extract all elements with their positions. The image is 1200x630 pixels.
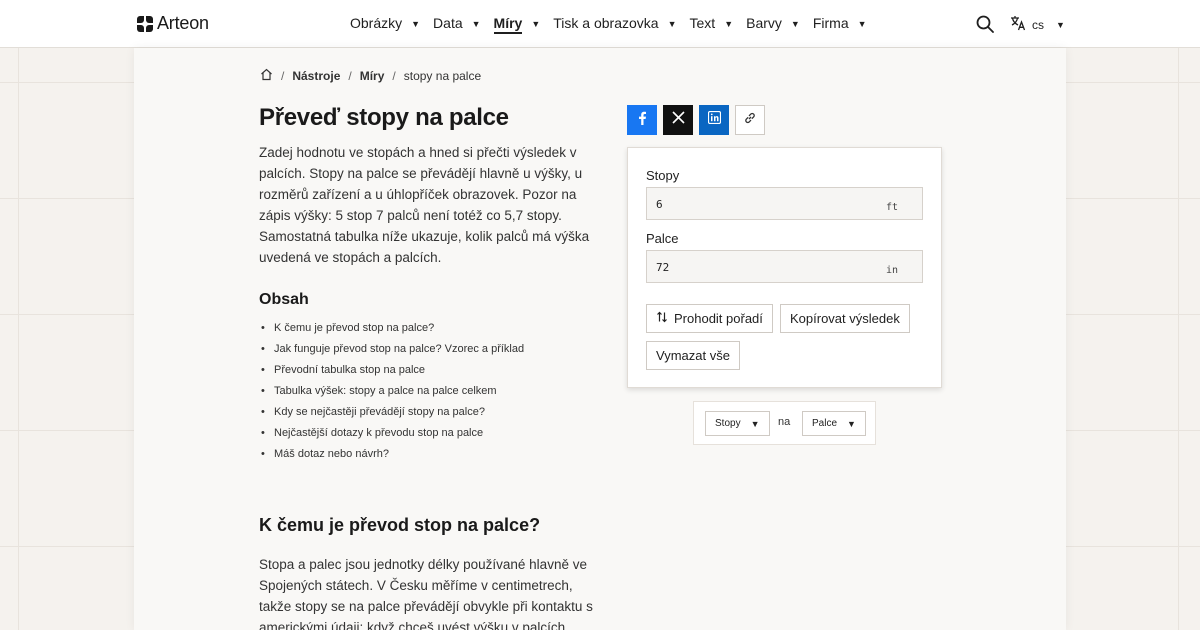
nav-item-label: Barvy [746, 15, 782, 31]
share-x-button[interactable] [663, 105, 693, 135]
toc-title: Obsah [259, 291, 309, 308]
x-icon [671, 111, 685, 129]
caret-down-icon: ▼ [1056, 19, 1065, 30]
caret-down-icon: ▼ [667, 19, 677, 29]
breadcrumb-item-miry[interactable]: Míry [360, 69, 385, 83]
search-icon[interactable] [976, 15, 994, 33]
clear-all-button[interactable]: Vymazat vše [646, 341, 740, 370]
swap-icon [656, 311, 668, 326]
breadcrumb-separator: / [392, 69, 396, 83]
breadcrumb: / Nástroje / Míry / stopy na palce [260, 68, 481, 84]
toc-link[interactable]: Máš dotaz nebo návrh? [259, 444, 524, 465]
language-code: cs [1032, 17, 1044, 32]
caret-down-icon: ▼ [411, 19, 421, 29]
intro-text: Zadej hodnotu ve stopách a hned si přečt… [259, 145, 590, 265]
feet-unit-label: ft [885, 202, 898, 213]
from-unit-value: Stopy [715, 418, 741, 429]
nav-item-label: Text [689, 15, 716, 31]
nav-item-data[interactable]: Data ▼ [433, 0, 481, 48]
toc-link[interactable]: Jak funguje převod stop na palce? Vzorec… [259, 339, 524, 360]
unit-picker: Stopy ▼ na Palce ▼ [693, 401, 876, 445]
translate-icon [1010, 15, 1026, 34]
converter-panel: Stopy 6 ft Palce 72 in Prohodit pořadí K… [627, 147, 942, 388]
page-title: Převeď stopy na palce [259, 104, 509, 131]
to-unit-value: Palce [812, 418, 838, 429]
feet-input-value: 6 [656, 198, 663, 211]
copy-result-button[interactable]: Kopírovat výsledek [780, 304, 910, 333]
caret-down-icon: ▼ [857, 19, 867, 29]
section-heading: K čemu je převod stop na palce? [259, 515, 541, 535]
nav-item-text[interactable]: Text ▼ [690, 0, 734, 48]
share-facebook-button[interactable] [627, 105, 657, 135]
content-card: / Nástroje / Míry / stopy na palce Převe… [134, 48, 1066, 630]
home-icon[interactable] [260, 68, 273, 84]
caret-down-icon: ▼ [847, 418, 856, 429]
nav-item-label: Firma [812, 15, 849, 31]
caret-down-icon: ▼ [750, 418, 760, 429]
linkedin-icon [707, 110, 721, 129]
logo[interactable]: Arteon [137, 13, 209, 34]
copy-result-label: Kopírovat výsledek [790, 311, 900, 326]
main-nav: Obrázky ▼ Data ▼ Míry ▼ Tisk a obrazovka… [350, 0, 880, 48]
breadcrumb-item-nastroje[interactable]: Nástroje [292, 69, 340, 83]
breadcrumb-separator: / [348, 69, 352, 83]
nav-item-obrazky[interactable]: Obrázky ▼ [350, 0, 420, 48]
toc-link[interactable]: Převodní tabulka stop na palce [259, 360, 524, 381]
facebook-icon [636, 111, 648, 130]
nav-item-label: Míry [493, 15, 523, 34]
caret-down-icon: ▼ [790, 19, 800, 29]
breadcrumb-item-current: stopy na palce [403, 69, 482, 83]
nav-item-label: Tisk a obrazovka [553, 15, 659, 31]
inches-input-value: 72 [656, 261, 670, 274]
logo-text: Arteon [157, 13, 209, 33]
nav-item-label: Obrázky [350, 15, 403, 31]
nav-item-tisk-a-obrazovka[interactable]: Tisk a obrazovka ▼ [553, 0, 676, 48]
language-switcher[interactable]: cs ▼ [1010, 15, 1065, 34]
site-header: Arteon Obrázky ▼ Data ▼ Míry ▼ Tisk a ob… [0, 0, 1200, 48]
breadcrumb-separator: / [281, 69, 285, 83]
section-text: Stopa a palec jsou jednotky délky použív… [259, 557, 593, 630]
from-field-label: Stopy [646, 168, 680, 183]
share-linkedin-button[interactable] [699, 105, 729, 135]
caret-down-icon: ▼ [531, 19, 541, 29]
share-buttons [627, 105, 765, 135]
toc-link[interactable]: Kdy se nejčastěji převádějí stopy na pal… [259, 402, 524, 423]
nav-item-miry[interactable]: Míry ▼ [493, 0, 541, 48]
from-unit-select[interactable]: Stopy ▼ [705, 411, 770, 436]
to-unit-select[interactable]: Palce ▼ [802, 411, 866, 436]
feet-input[interactable]: 6 ft [646, 187, 923, 220]
caret-down-icon: ▼ [724, 19, 734, 29]
toc-link[interactable]: Tabulka výšek: stopy a palce na palce ce… [259, 381, 524, 402]
swap-button-label: Prohodit pořadí [674, 311, 763, 326]
to-field-label: Palce [646, 231, 679, 246]
toc-link[interactable]: Nejčastější dotazy k převodu stop na pal… [259, 423, 524, 444]
logo-mark-icon [137, 15, 153, 32]
inches-unit-label: in [885, 265, 898, 276]
nav-item-firma[interactable]: Firma ▼ [813, 0, 867, 48]
inches-input[interactable]: 72 in [646, 250, 923, 283]
clear-all-label: Vymazat vše [656, 348, 730, 363]
caret-down-icon: ▼ [471, 19, 481, 29]
nav-item-label: Data [433, 15, 463, 31]
swap-button[interactable]: Prohodit pořadí [646, 304, 773, 333]
nav-item-barvy[interactable]: Barvy ▼ [746, 0, 800, 48]
copy-link-button[interactable] [735, 105, 765, 135]
unit-connector: na [778, 416, 791, 428]
table-of-contents: K čemu je převod stop na palce? Jak fung… [259, 318, 524, 465]
toc-link[interactable]: K čemu je převod stop na palce? [259, 318, 524, 339]
link-icon [743, 111, 757, 130]
